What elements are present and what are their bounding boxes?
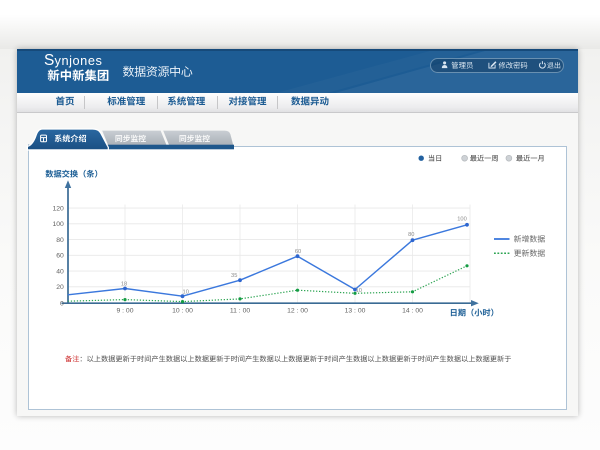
svg-text:60: 60 (56, 253, 64, 260)
svg-text:ynjones: ynjones (55, 53, 103, 68)
svg-text:35: 35 (231, 273, 237, 279)
svg-text:120: 120 (52, 206, 64, 213)
svg-text:11 : 00: 11 : 00 (230, 307, 251, 314)
svg-text:9 : 00: 9 : 00 (116, 307, 133, 314)
svg-text:100: 100 (457, 216, 467, 222)
svg-text:14 : 00: 14 : 00 (402, 307, 423, 314)
svg-text:13 : 00: 13 : 00 (345, 307, 366, 314)
svg-text:80: 80 (408, 232, 414, 238)
svg-text:10: 10 (183, 289, 189, 295)
svg-text:18: 18 (121, 281, 127, 287)
svg-text:10: 10 (356, 288, 362, 294)
svg-text:60: 60 (295, 249, 301, 255)
svg-text:10 : 00: 10 : 00 (172, 307, 193, 314)
svg-text:12 : 00: 12 : 00 (287, 307, 308, 314)
svg-text:40: 40 (56, 269, 64, 276)
svg-text:80: 80 (56, 237, 64, 244)
svg-text:20: 20 (56, 284, 64, 291)
svg-text:0: 0 (60, 301, 64, 308)
svg-text:100: 100 (52, 221, 64, 228)
svg-text:S: S (44, 52, 54, 69)
